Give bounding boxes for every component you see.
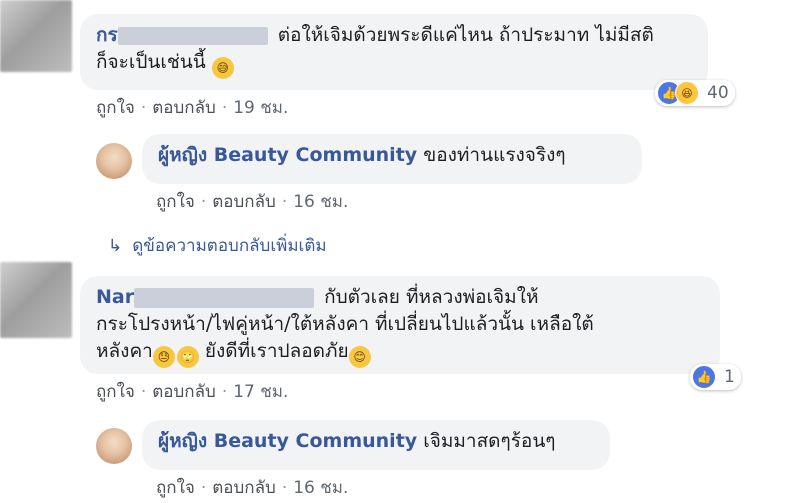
timestamp[interactable]: 16 ชม. [293,192,348,212]
comment-text-line3b: ยังดีที่เราปลอดภัย [204,340,349,362]
more-replies-label: ดูข้อความตอบกลับเพิ่มเติม [132,236,327,256]
more-replies-link[interactable]: ↳ ดูข้อความตอบกลับเพิ่มเติม [108,232,327,259]
like-link[interactable]: ถูกใจ [96,382,135,402]
like-icon: 👍 [692,365,716,389]
reaction-count: 1 [724,367,735,387]
timestamp[interactable]: 16 ชม. [293,478,348,498]
reply-bubble: ผู้หญิง Beauty Community ของท่านแรงจริงๆ [142,134,642,184]
comment-actions: ถูกใจ · ตอบกลับ · 19 ชม. [96,98,289,118]
comment-text-line3: หลังคา [96,340,153,362]
reply-link[interactable]: ตอบกลับ [152,382,216,402]
reply-link[interactable]: ตอบกลับ [152,98,216,118]
comment-text: กับตัวเลย ที่หลวงพ่อเจิมให้ [324,286,539,308]
timestamp[interactable]: 19 ชม. [233,98,288,118]
comment-author[interactable]: กร [96,24,118,46]
reaction-count: 40 [707,83,729,103]
rolling-eyes-emoji: 🙄 [176,346,199,368]
commenter-avatar[interactable] [0,262,72,338]
timestamp[interactable]: 17 ชม. [233,382,288,402]
smile-emoji: 😊 [348,346,371,368]
reply-actions: ถูกใจ · ตอบกลับ · 16 ชม. [156,192,349,212]
reply-author[interactable]: ผู้หญิง Beauty Community [158,144,417,166]
comment-text-line2: ก็จะเป็นเช่นนี้ [96,51,206,73]
sweat-smile-emoji: 😅 [211,57,234,79]
comment-bubble: Nar กับตัวเลย ที่หลวงพ่อเจิมให้ กระโปรงหน… [80,276,720,374]
comment-text-line2: กระโปรงหน้า/ไฟคู่หน้า/ใต้หลังคา ที่เปลี่… [96,313,594,335]
reply-link[interactable]: ตอบกลับ [212,192,276,212]
reply-arrow-icon: ↳ [108,236,123,256]
redacted-name [134,287,315,308]
comment-text: ต่อให้เจิมด้วยพระดีแค่ไหน ถ้าประมาท ไม่ม… [277,24,654,46]
sad-emoji: 😓 [152,346,175,368]
reply-author[interactable]: ผู้หญิง Beauty Community [158,430,417,452]
comment-bubble: กร ต่อให้เจิมด้วยพระดีแค่ไหน ถ้าประมาท ไม… [80,14,708,90]
reply-text: ของท่านแรงจริงๆ [423,144,566,166]
reply-text: เจิมมาสดๆร้อนๆ [423,430,556,452]
commenter-avatar[interactable] [0,0,72,72]
reply-bubble: ผู้หญิง Beauty Community เจิมมาสดๆร้อนๆ [142,420,610,470]
reaction-summary[interactable]: 👍 1 [690,364,741,390]
comment-actions: ถูกใจ · ตอบกลับ · 17 ชม. [96,382,289,402]
comment-author[interactable]: Nar [96,286,134,308]
like-link[interactable]: ถูกใจ [96,98,135,118]
like-link[interactable]: ถูกใจ [156,192,195,212]
reply-actions: ถูกใจ · ตอบกลับ · 16 ชม. [156,478,349,498]
redacted-name [117,26,268,45]
reaction-summary[interactable]: 👍 😆 40 [655,80,735,106]
page-avatar[interactable] [96,143,132,179]
reply-link[interactable]: ตอบกลับ [212,478,276,498]
page-avatar[interactable] [96,428,132,464]
like-link[interactable]: ถูกใจ [156,478,195,498]
haha-icon: 😆 [675,81,699,105]
